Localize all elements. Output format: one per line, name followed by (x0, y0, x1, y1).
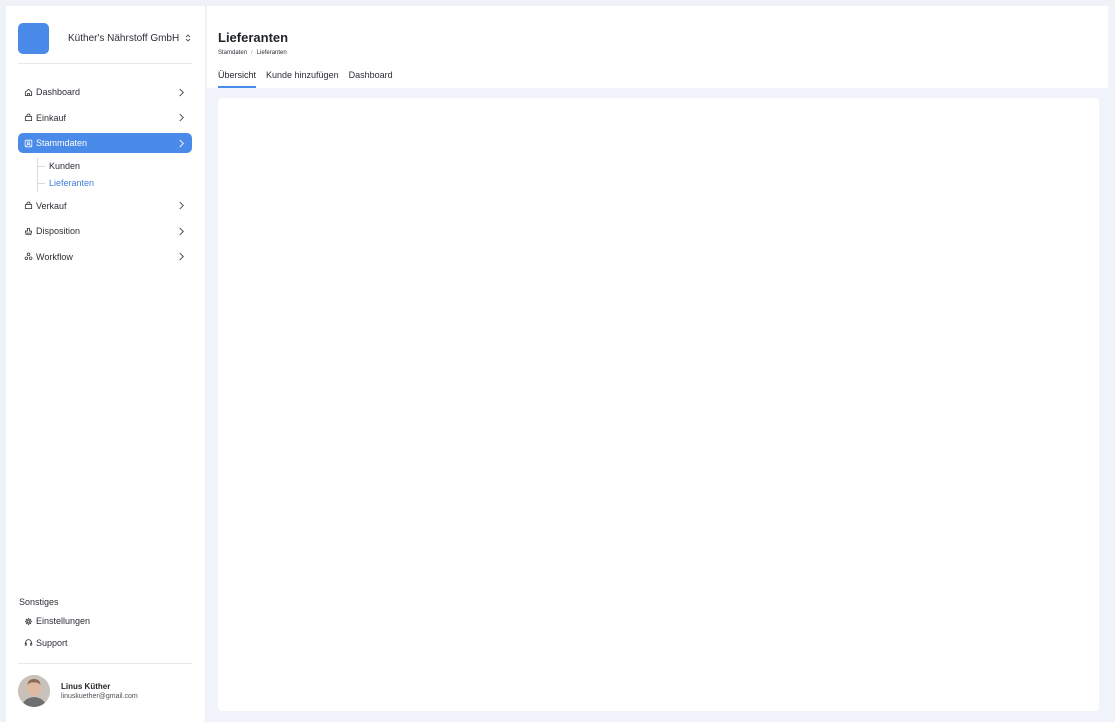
tab-kunde-hinzufuegen[interactable]: Kunde hinzufügen (266, 70, 339, 88)
company-switcher[interactable]: Küther's Nährstoff GmbH (18, 22, 192, 54)
headset-icon (23, 637, 34, 648)
chevron-up-down-icon (185, 34, 191, 42)
divider (18, 63, 192, 64)
gear-icon (23, 616, 34, 627)
user-email: linuskuether@gmail.com (61, 693, 138, 700)
contact-card-icon (23, 138, 34, 149)
section-label-sonstiges: Sonstiges (19, 597, 59, 607)
sidebar-item-stammdaten[interactable]: Stammdaten (18, 133, 192, 153)
stamp-icon (23, 226, 34, 237)
sidebar-item-label: Workflow (36, 251, 73, 262)
page-header: Lieferanten Stamdaten / Lieferanten Über… (207, 6, 1108, 88)
sidebar-item-disposition[interactable]: Disposition (18, 221, 192, 241)
sidebar-item-label: Einstellungen (36, 616, 91, 626)
home-icon (23, 87, 34, 98)
stammdaten-subnav: Kunden Lieferanten (37, 157, 192, 192)
sidebar-item-label: Support (36, 637, 68, 648)
user-name: Linus Küther (61, 682, 111, 691)
sidebar-item-einkauf[interactable]: Einkauf (18, 108, 192, 128)
tab-uebersicht[interactable]: Übersicht (218, 70, 257, 88)
main-nav: Dashboard Einkauf Stammdaten Kunden Lief… (18, 82, 192, 272)
chevron-right-icon (176, 252, 186, 262)
sidebar-subitem-kunden[interactable]: Kunden (37, 158, 192, 175)
tab-dashboard[interactable]: Dashboard (349, 70, 393, 88)
sidebar: Küther's Nährstoff GmbH Dashboard Einkau… (6, 6, 206, 722)
secondary-nav: Einstellungen Support (18, 611, 192, 654)
chevron-right-icon (176, 138, 186, 148)
sidebar-item-label: Disposition (36, 226, 81, 236)
bag-icon (23, 112, 34, 123)
chevron-right-icon (176, 201, 186, 211)
sidebar-item-verkauf[interactable]: Verkauf (18, 196, 192, 216)
tab-bar: Übersicht Kunde hinzufügen Dashboard (218, 70, 403, 88)
sidebar-item-dashboard[interactable]: Dashboard (18, 82, 192, 102)
breadcrumb-item[interactable]: Lieferanten (257, 50, 287, 56)
page-title: Lieferanten (218, 30, 289, 45)
avatar (18, 675, 50, 707)
chevron-right-icon (176, 87, 186, 97)
divider (18, 663, 192, 664)
sidebar-item-label: Dashboard (36, 87, 81, 97)
sidebar-item-workflow[interactable]: Workflow (18, 247, 192, 267)
company-logo (18, 22, 49, 54)
sidebar-subitem-lieferanten[interactable]: Lieferanten (37, 175, 192, 192)
breadcrumb-item[interactable]: Stamdaten (218, 50, 247, 56)
bag-icon (23, 200, 34, 211)
sidebar-item-label: Einkauf (36, 112, 67, 123)
sidebar-item-label: Verkauf (36, 200, 67, 211)
breadcrumb-separator: / (251, 50, 253, 56)
nodes-icon (23, 251, 34, 262)
user-profile[interactable]: Linus Küther linuskuether@gmail.com (18, 674, 192, 708)
sidebar-item-einstellungen[interactable]: Einstellungen (18, 611, 192, 631)
breadcrumb: Stamdaten / Lieferanten (218, 50, 287, 56)
sidebar-item-label: Stammdaten (36, 138, 88, 148)
content-panel (218, 98, 1099, 711)
company-name: Küther's Nährstoff GmbH (68, 32, 180, 44)
chevron-right-icon (176, 113, 186, 123)
chevron-right-icon (176, 226, 186, 236)
sidebar-item-support[interactable]: Support (18, 633, 192, 653)
